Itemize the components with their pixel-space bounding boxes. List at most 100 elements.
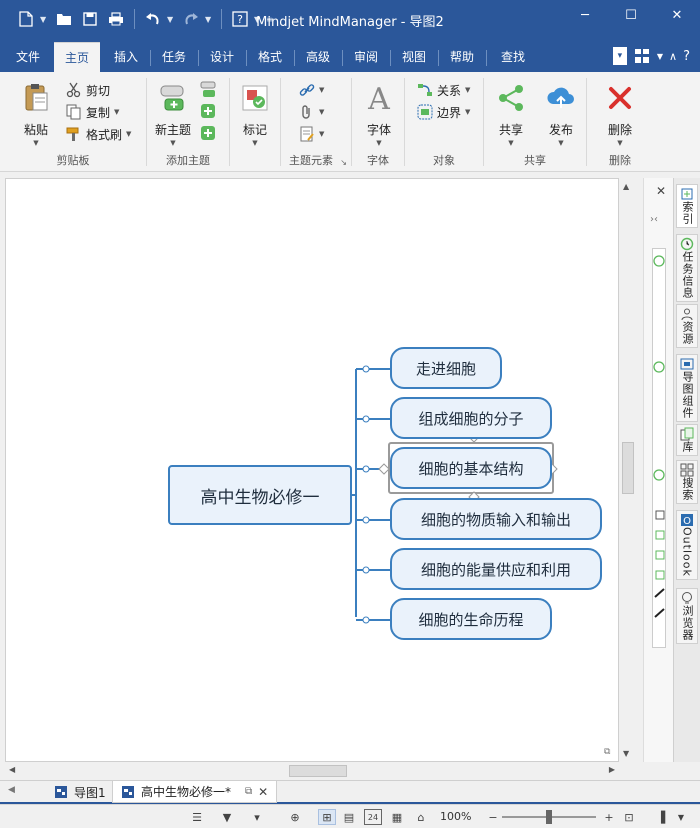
panel-toggle-dropdown-icon[interactable]: ▼ [672,809,690,825]
tab-file[interactable]: 文件 [6,42,50,72]
fit-map-icon[interactable]: ⊡ [620,809,638,825]
index-list[interactable] [652,248,666,648]
tab-task[interactable]: 任务 [152,42,196,72]
subtopic-4[interactable]: 细胞的物质输入和输出 [390,498,602,540]
relation-dropdown-icon[interactable]: ▼ [465,86,470,94]
format-painter-dropdown-icon[interactable]: ▼ [126,130,131,138]
callout-topic-icon[interactable] [199,102,217,120]
side-tab-map-parts[interactable]: 导图组件 [676,354,698,422]
new-topic-dropdown-icon[interactable]: ▼ [151,139,195,147]
zoom-out-button[interactable]: − [484,809,502,825]
tab-design[interactable]: 设计 [200,42,244,72]
undock-tab-icon[interactable]: ⧉ [245,786,252,797]
delete-button[interactable]: 删除 ▼ [599,82,641,147]
horizontal-scroll-thumb[interactable] [289,765,347,777]
relation-button[interactable]: 关系 ▼ [417,80,470,100]
delete-dropdown-icon[interactable]: ▼ [599,139,641,147]
marker-button[interactable]: 标记 ▼ [234,82,276,147]
cut-button[interactable]: 剪切 [66,80,110,100]
tab-view[interactable]: 视图 [392,42,436,72]
publish-button[interactable]: 发布 ▼ [540,82,582,147]
new-topic-button[interactable]: 新主题 ▼ [151,82,195,147]
side-tab-search[interactable]: 搜索 [676,460,698,504]
vertical-scroll-thumb[interactable] [622,442,634,494]
gantt-view-icon[interactable]: ▦ [388,809,406,825]
horizontal-scrollbar[interactable]: ◀ ▶ [5,762,619,780]
share-dropdown-icon[interactable]: ▼ [490,139,532,147]
publish-dropdown-icon[interactable]: ▼ [540,139,582,147]
zoom-slider-thumb[interactable] [546,810,552,824]
tab-help[interactable]: 帮助 [440,42,484,72]
subtopic-icon[interactable] [199,80,217,98]
advanced-filter-icon[interactable]: ▾ [248,809,266,825]
dialog-launcher-icon[interactable]: ↘ [340,158,347,167]
map-overview-icon[interactable]: ⧉ [604,747,610,757]
tab-format[interactable]: 格式 [248,42,292,72]
zoom-in-button[interactable]: + [600,809,618,825]
scroll-right-icon[interactable]: ▶ [609,765,615,774]
font-dropdown-icon[interactable]: ▼ [358,139,400,147]
tab-home[interactable]: 主页 [54,42,100,72]
tab-find[interactable]: 查找 [490,42,536,72]
marker-dropdown-icon[interactable]: ▼ [234,139,276,147]
layout-dropdown-icon[interactable]: ▼ [657,52,663,61]
scroll-left-icon[interactable]: ◀ [9,765,15,774]
panel-toggle-icon[interactable]: ▐ [652,809,670,825]
expand-panel-icon[interactable]: ›‹ [650,214,658,225]
subtopic-5[interactable]: 细胞的能量供应和利用 [390,548,602,590]
map-canvas[interactable]: 高中生物必修一 走进细胞 组成细胞的分子 细胞的基本结构 细胞的物质输入和输出 … [5,178,619,762]
paste-dropdown-icon[interactable]: ▼ [14,139,58,147]
doc-tab-map1[interactable]: 导图1 [46,781,114,803]
attachment-dropdown-icon[interactable]: ▼ [319,108,324,116]
side-tab-task-info[interactable]: 任务信息 [676,234,698,302]
boundary-button[interactable]: 边界 ▼ [417,102,470,122]
collapse-ribbon-icon[interactable]: ∧ [669,50,677,63]
format-painter-button[interactable]: 格式刷 ▼ [66,124,131,144]
ribbon-dropdown-button[interactable]: ▾ [612,47,627,65]
close-button[interactable]: ✕ [654,0,700,30]
side-tab-resources[interactable]: 资源 [676,304,698,348]
boundary-dropdown-icon[interactable]: ▼ [465,108,470,116]
tab-review[interactable]: 审阅 [344,42,388,72]
central-topic[interactable]: 高中生物必修一 [168,465,352,525]
maximize-button[interactable]: ☐ [608,0,654,30]
copy-button[interactable]: 复制 ▼ [66,102,119,122]
notes-button[interactable]: ▼ [299,124,324,144]
calendar-view-icon[interactable]: 24 [364,809,382,825]
tab-scroll-left-icon[interactable]: ◀ [8,785,15,795]
focus-topic-icon[interactable]: ⊕ [286,809,304,825]
copy-dropdown-icon[interactable]: ▼ [114,108,119,116]
scroll-down-icon[interactable]: ▼ [623,749,629,758]
side-tab-index[interactable]: 索引 [676,184,698,228]
filter-icon[interactable]: ▼ [218,809,236,825]
subtopic-1[interactable]: 走进细胞 [390,347,502,389]
attachment-button[interactable]: ▼ [299,102,324,122]
side-tab-browser[interactable]: 浏览器 [676,588,698,644]
text-view-icon[interactable]: ▤ [340,809,358,825]
paste-button[interactable]: 粘贴 ▼ [14,82,58,147]
notes-dropdown-icon[interactable]: ▼ [319,130,324,138]
minimize-button[interactable]: ─ [562,0,608,30]
scroll-up-icon[interactable]: ▲ [623,182,629,191]
zoom-level[interactable]: 100% [440,810,471,823]
floating-topic-icon[interactable] [199,124,217,142]
close-panel-icon[interactable]: ✕ [656,184,666,198]
link-dropdown-icon[interactable]: ▼ [319,86,324,94]
side-tab-library[interactable]: 库 [676,424,698,456]
tab-insert[interactable]: 插入 [104,42,148,72]
subtopic-3-selected[interactable]: 细胞的基本结构 [390,447,552,489]
side-tab-outlook[interactable]: O Outlook [676,510,698,580]
subtopic-6[interactable]: 细胞的生命历程 [390,598,552,640]
font-button[interactable]: A 字体 ▼ [358,82,400,147]
subtopic-2[interactable]: 组成细胞的分子 [390,397,552,439]
tab-advanced[interactable]: 高级 [296,42,340,72]
doc-tab-biology[interactable]: 高中生物必修一* ⧉ ✕ [112,781,278,803]
close-tab-icon[interactable]: ✕ [258,785,268,799]
vertical-scrollbar[interactable]: ▲ ▼ [619,178,637,762]
map-view-icon[interactable]: ⊞ [318,809,336,825]
hyperlink-button[interactable]: ▼ [299,80,324,100]
tag-view-icon[interactable]: ⌂ [412,809,430,825]
ribbon-help-icon[interactable]: ? [683,49,690,64]
layout-icon[interactable] [633,47,651,65]
share-button[interactable]: 共享 ▼ [490,82,532,147]
